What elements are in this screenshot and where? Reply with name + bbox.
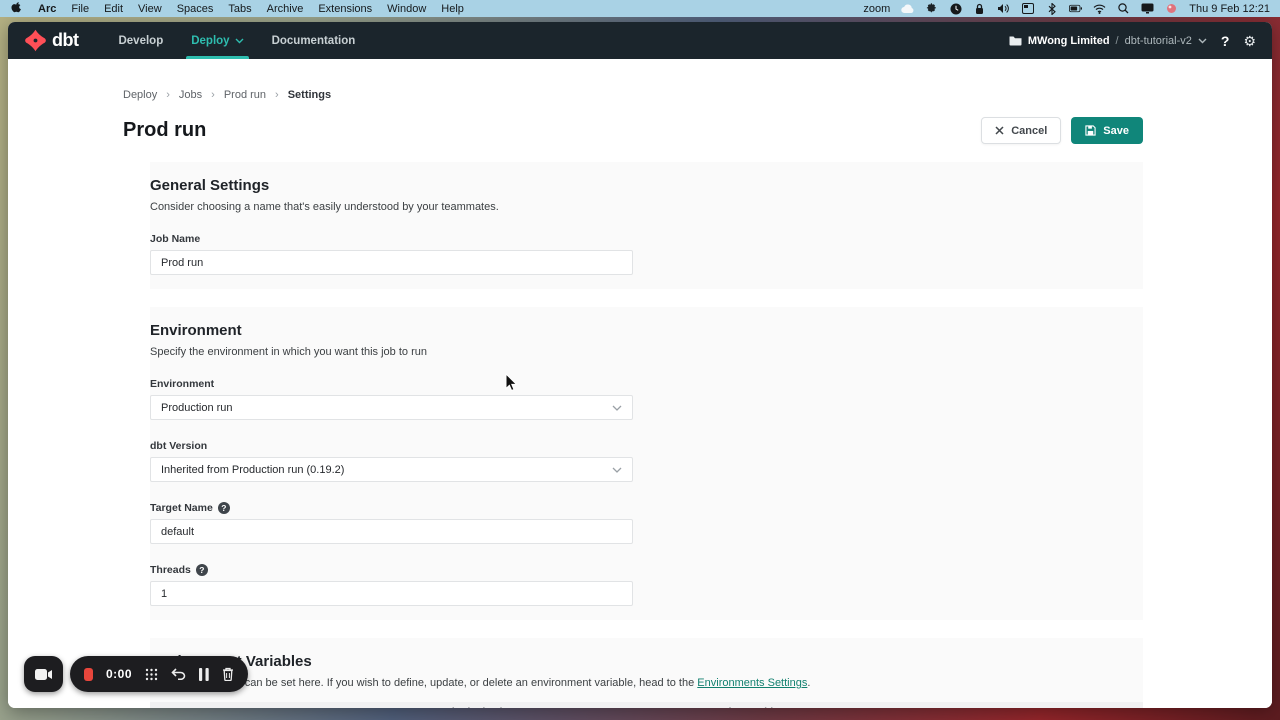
environment-section: Environment Specify the environment in w… <box>150 307 1143 620</box>
cancel-button[interactable]: Cancel <box>981 117 1061 144</box>
lock-icon[interactable] <box>973 2 986 15</box>
environment-subtitle: Specify the environment in which you wan… <box>150 346 1143 358</box>
menu-item-view[interactable]: View <box>138 3 162 15</box>
page-content: Deploy › Jobs › Prod run › Settings Prod… <box>8 59 1272 708</box>
menu-item-extensions[interactable]: Extensions <box>318 3 372 15</box>
threads-help-icon[interactable]: ? <box>196 564 208 576</box>
undo-icon[interactable] <box>171 668 186 680</box>
browser-window: dbt Develop Deploy Documentation MWong L… <box>8 22 1272 708</box>
close-icon <box>995 126 1004 135</box>
display-icon[interactable] <box>1141 2 1154 15</box>
menu-item-arc[interactable]: Arc <box>38 3 56 15</box>
dbt-logo-icon <box>24 29 47 52</box>
environment-variables-title: Environment Variables <box>150 653 1143 670</box>
account-name: MWong Limited <box>1028 35 1110 47</box>
menu-item-window[interactable]: Window <box>387 3 426 15</box>
menu-bar-clock[interactable]: Thu 9 Feb 12:21 <box>1189 3 1270 15</box>
nav-tab-develop[interactable]: Develop <box>104 22 177 59</box>
dbt-version-label: dbt Version <box>150 440 633 452</box>
chevron-down-icon <box>235 38 244 44</box>
job-name-input[interactable] <box>150 250 633 275</box>
column-header-job-override: Job Override <box>717 707 779 708</box>
gear-icon[interactable]: ⚙ <box>1243 34 1256 48</box>
page-title: Prod run <box>123 119 206 142</box>
zoom-status-item[interactable]: zoom <box>863 3 890 15</box>
macos-menu-bar: Arc File Edit View Spaces Tabs Archive E… <box>0 0 1280 17</box>
window-switcher-icon[interactable] <box>1021 2 1034 15</box>
breadcrumb-prod-run[interactable]: Prod run <box>224 89 266 101</box>
battery-icon[interactable] <box>1069 2 1082 15</box>
search-icon[interactable] <box>1117 2 1130 15</box>
menu-item-tabs[interactable]: Tabs <box>228 3 251 15</box>
nav-tab-deploy[interactable]: Deploy <box>177 22 257 59</box>
menu-item-edit[interactable]: Edit <box>104 3 123 15</box>
dbt-logo[interactable]: dbt <box>24 29 78 52</box>
environment-select[interactable]: Production run <box>150 395 633 420</box>
save-button[interactable]: Save <box>1071 117 1143 144</box>
status-dot-icon[interactable] <box>1165 2 1178 15</box>
threads-input[interactable] <box>150 581 633 606</box>
environments-settings-link[interactable]: Environments Settings <box>697 677 807 689</box>
column-header-inherited-value: Inherited Value <box>443 707 514 708</box>
video-camera-icon <box>35 668 53 681</box>
env-vars-table-header: Inherited Value Job Override <box>150 702 1143 708</box>
environment-title: Environment <box>150 322 1143 339</box>
clock-icon[interactable] <box>949 2 962 15</box>
environment-variables-description: Job level overrides can be set here. If … <box>150 677 1143 689</box>
job-name-label: Job Name <box>150 233 633 245</box>
menu-item-spaces[interactable]: Spaces <box>177 3 214 15</box>
camera-toggle-button[interactable] <box>24 656 63 692</box>
settings-gear-icon[interactable] <box>925 2 938 15</box>
chevron-down-icon <box>1198 38 1207 44</box>
account-project-picker[interactable]: MWong Limited / dbt-tutorial-v2 <box>1009 35 1207 47</box>
breadcrumb-separator: › <box>211 89 215 101</box>
dbt-logo-text: dbt <box>52 30 78 51</box>
breadcrumb-deploy[interactable]: Deploy <box>123 89 157 101</box>
pause-icon[interactable] <box>199 668 209 681</box>
wifi-icon[interactable] <box>1093 2 1106 15</box>
recording-toolbar: 0:00 <box>70 656 248 692</box>
chevron-down-icon <box>612 405 622 411</box>
project-name: dbt-tutorial-v2 <box>1125 35 1192 47</box>
save-icon <box>1085 125 1096 136</box>
dbt-version-select[interactable]: Inherited from Production run (0.19.2) <box>150 457 633 482</box>
chevron-down-icon <box>612 467 622 473</box>
trash-icon[interactable] <box>222 667 234 681</box>
target-name-label: Target Name ? <box>150 502 633 514</box>
help-icon[interactable]: ? <box>1221 33 1230 49</box>
menu-item-file[interactable]: File <box>71 3 89 15</box>
general-settings-section: General Settings Consider choosing a nam… <box>150 162 1143 289</box>
record-stop-button[interactable] <box>84 668 93 681</box>
dbt-navbar: dbt Develop Deploy Documentation MWong L… <box>8 22 1272 59</box>
breadcrumb: Deploy › Jobs › Prod run › Settings <box>123 89 1143 101</box>
bluetooth-icon[interactable] <box>1045 2 1058 15</box>
breadcrumb-jobs[interactable]: Jobs <box>179 89 202 101</box>
target-name-input[interactable] <box>150 519 633 544</box>
environment-label: Environment <box>150 378 633 390</box>
general-settings-title: General Settings <box>150 177 1143 194</box>
menu-item-archive[interactable]: Archive <box>267 3 304 15</box>
target-name-help-icon[interactable]: ? <box>218 502 230 514</box>
recording-timer: 0:00 <box>106 667 132 681</box>
threads-label: Threads ? <box>150 564 633 576</box>
general-settings-subtitle: Consider choosing a name that's easily u… <box>150 201 1143 213</box>
menu-item-help[interactable]: Help <box>441 3 464 15</box>
apple-menu-icon[interactable] <box>10 2 23 15</box>
breadcrumb-separator: › <box>166 89 170 101</box>
environment-variables-section: Environment Variables Job level override… <box>150 638 1143 708</box>
folder-icon <box>1009 35 1022 46</box>
account-separator: / <box>1116 35 1119 47</box>
volume-icon[interactable] <box>997 2 1010 15</box>
breadcrumb-settings: Settings <box>288 89 331 101</box>
cloud-icon[interactable] <box>901 2 914 15</box>
nav-tab-documentation[interactable]: Documentation <box>258 22 370 59</box>
breadcrumb-separator: › <box>275 89 279 101</box>
tools-grid-icon[interactable] <box>145 668 158 681</box>
